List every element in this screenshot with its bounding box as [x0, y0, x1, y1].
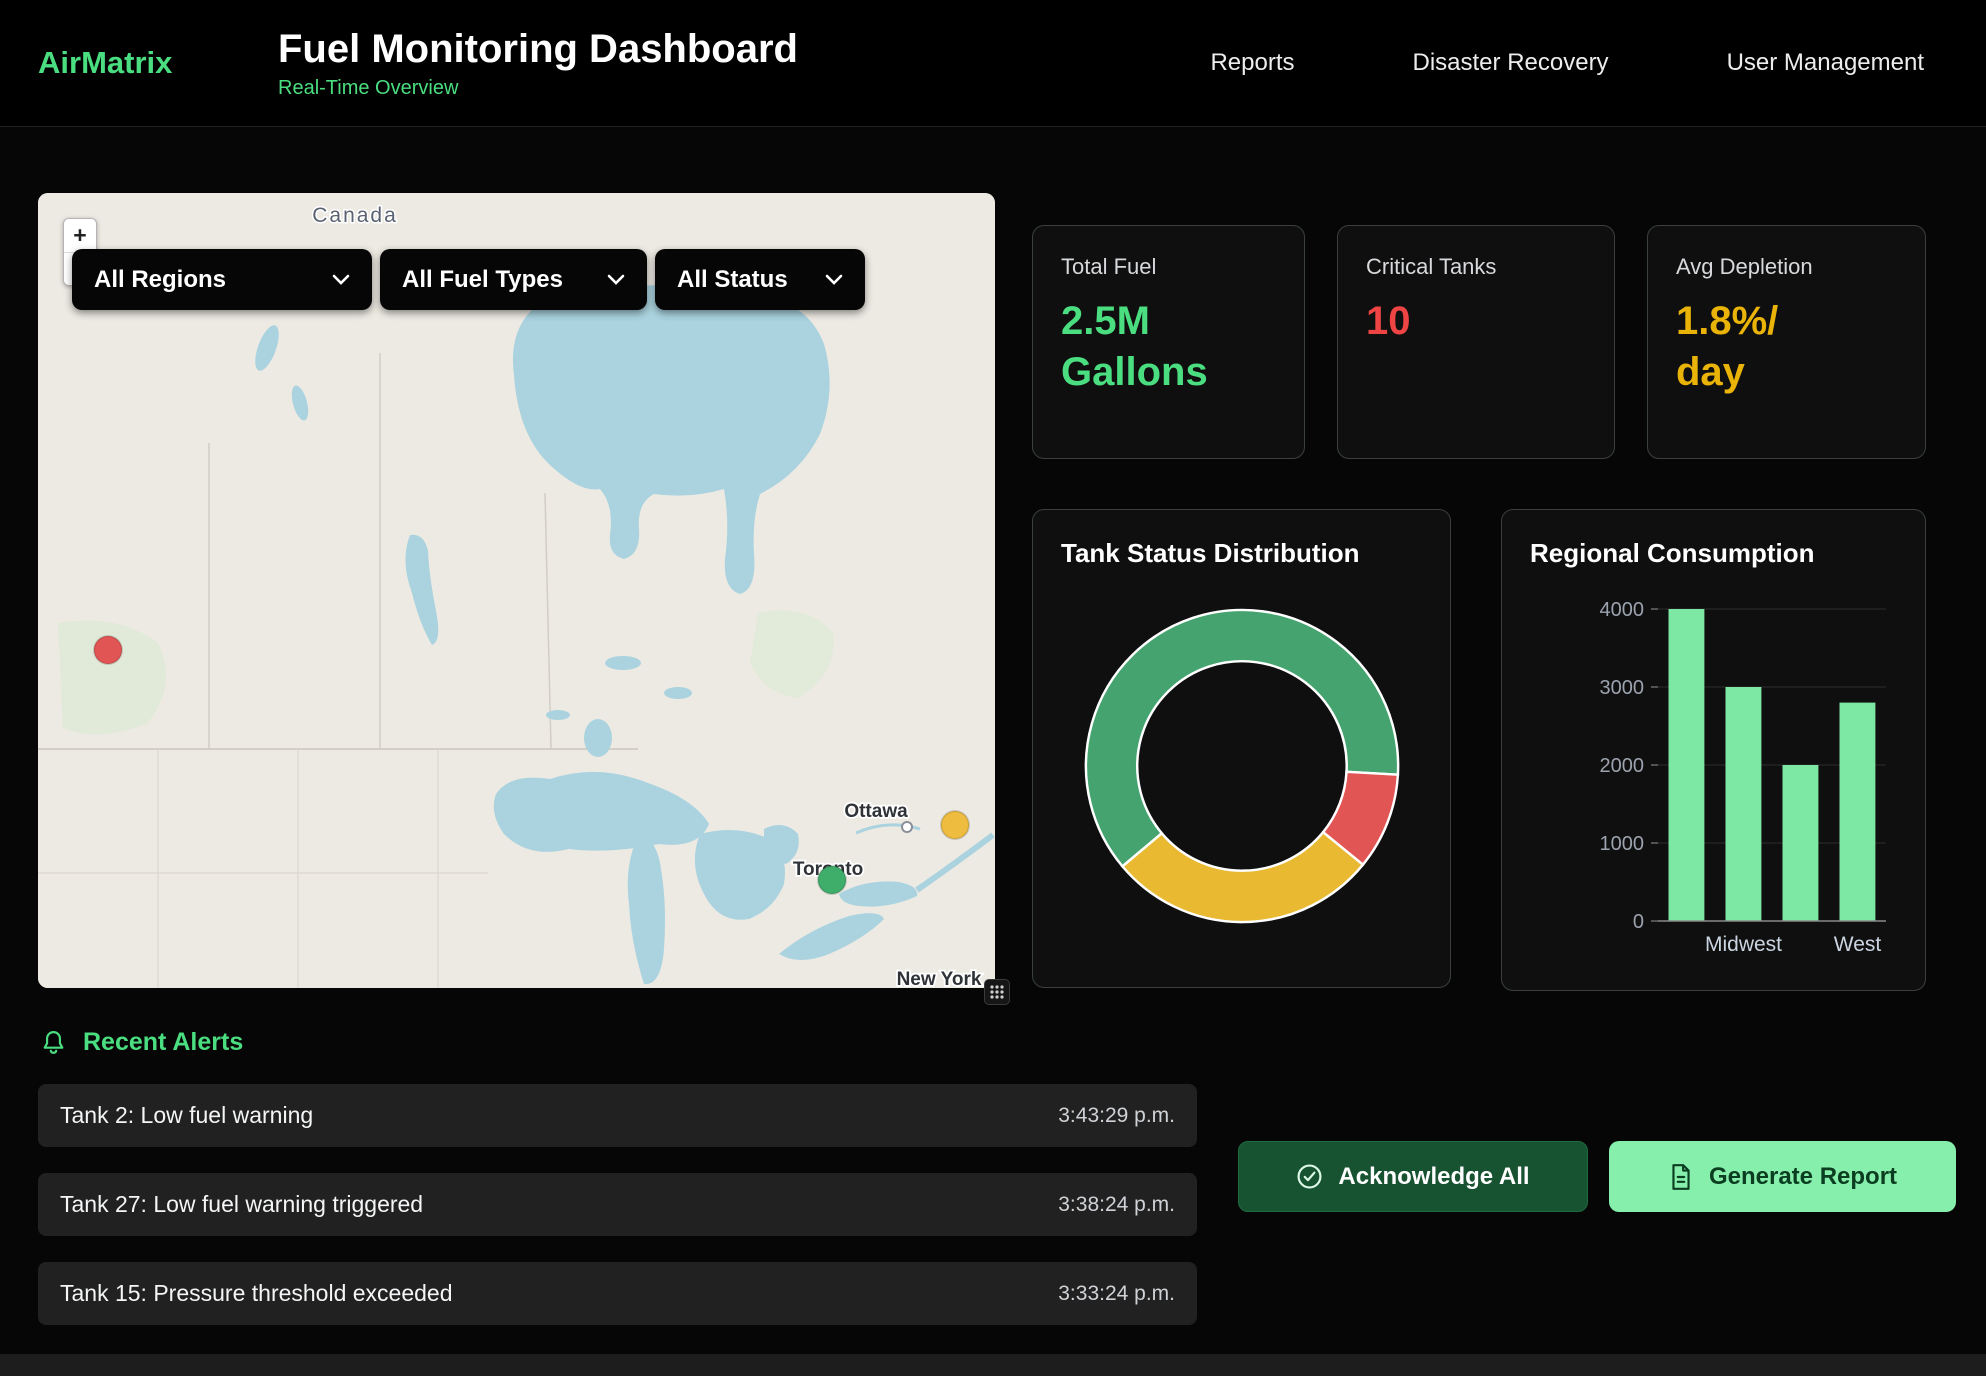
map-panel: Canada Ottawa Toronto New York + − All R… [38, 193, 995, 988]
tank-status-card: Tank Status Distribution [1032, 509, 1451, 988]
stat-card-total-fuel: Total Fuel 2.5M Gallons [1032, 225, 1305, 459]
alert-timestamp: 3:33:24 p.m. [1058, 1282, 1175, 1306]
app-header: AirMatrix Fuel Monitoring Dashboard Real… [0, 0, 1986, 127]
alert-message: Tank 2: Low fuel warning [60, 1102, 313, 1129]
fuel-type-filter-dropdown[interactable]: All Fuel Types [380, 249, 647, 310]
stat-label: Critical Tanks [1366, 254, 1586, 280]
bar [1840, 703, 1876, 921]
regional-consumption-chart[interactable]: 0 1000 2000 3000 4000 Midwest West [1530, 573, 1899, 959]
generate-report-label: Generate Report [1709, 1163, 1897, 1191]
stat-label: Avg Depletion [1676, 254, 1897, 280]
stat-value-avg-depletion: 1.8%/ day [1676, 296, 1897, 398]
alert-timestamp: 3:43:29 p.m. [1058, 1104, 1175, 1128]
chevron-down-icon [825, 274, 843, 285]
stat-value-critical-tanks: 10 [1366, 296, 1586, 347]
generate-report-button[interactable]: Generate Report [1609, 1141, 1956, 1212]
svg-text:1000: 1000 [1600, 833, 1645, 855]
alert-message: Tank 27: Low fuel warning triggered [60, 1191, 423, 1218]
map-label-canada: Canada [312, 204, 398, 227]
bar [1726, 687, 1762, 921]
tank-marker-warning[interactable] [941, 811, 969, 839]
fuel-type-filter-value: All Fuel Types [402, 266, 563, 294]
stat-card-avg-depletion: Avg Depletion 1.8%/ day [1647, 225, 1926, 459]
nav-user-management[interactable]: User Management [1727, 49, 1924, 77]
fuel-monitoring-dashboard: AirMatrix Fuel Monitoring Dashboard Real… [0, 0, 1986, 1376]
svg-text:0: 0 [1633, 911, 1644, 933]
tank-marker-critical[interactable] [94, 636, 122, 664]
alert-row[interactable]: Tank 15: Pressure threshold exceeded 3:3… [38, 1262, 1197, 1325]
alert-timestamp: 3:38:24 p.m. [1058, 1193, 1175, 1217]
nav-disaster-recovery[interactable]: Disaster Recovery [1413, 49, 1609, 77]
acknowledge-all-button[interactable]: Acknowledge All [1238, 1141, 1588, 1212]
map-label-new-york: New York [897, 969, 982, 988]
tank-marker-normal[interactable] [818, 866, 846, 894]
svg-text:3000: 3000 [1600, 677, 1645, 699]
ottawa-city-dot [902, 822, 912, 832]
zoom-in-button[interactable]: + [64, 219, 96, 252]
donut-segment-warning [1122, 832, 1362, 922]
chevron-down-icon [332, 274, 350, 285]
tank-status-donut[interactable] [1079, 603, 1405, 929]
svg-text:4000: 4000 [1600, 599, 1645, 621]
svg-text:West: West [1834, 933, 1882, 956]
alert-row[interactable]: Tank 27: Low fuel warning triggered 3:38… [38, 1173, 1197, 1236]
title-block: Fuel Monitoring Dashboard Real-Time Over… [278, 27, 798, 100]
region-filter-dropdown[interactable]: All Regions [72, 249, 372, 310]
region-filter-value: All Regions [94, 266, 226, 294]
alert-message: Tank 15: Pressure threshold exceeded [60, 1280, 453, 1307]
status-filter-dropdown[interactable]: All Status [655, 249, 865, 310]
chart-title: Regional Consumption [1530, 538, 1897, 569]
regional-consumption-card: Regional Consumption 0 1000 2000 3000 4000 Mi… [1501, 509, 1926, 991]
map-filters: All Regions All Fuel Types All Status [72, 249, 865, 310]
nav-reports[interactable]: Reports [1210, 49, 1294, 77]
stat-value-total-fuel: 2.5M Gallons [1061, 296, 1276, 398]
svg-text:2000: 2000 [1600, 755, 1645, 777]
brand-logo[interactable]: AirMatrix [38, 45, 278, 81]
page-subtitle: Real-Time Overview [278, 77, 798, 100]
status-filter-value: All Status [677, 266, 788, 294]
map-canvas[interactable]: Canada Ottawa Toronto New York [38, 193, 995, 988]
map-label-ottawa: Ottawa [844, 801, 908, 822]
check-circle-icon [1296, 1163, 1323, 1190]
bar [1783, 765, 1819, 921]
svg-text:Midwest: Midwest [1705, 933, 1782, 956]
page-title: Fuel Monitoring Dashboard [278, 27, 798, 72]
stat-label: Total Fuel [1061, 254, 1276, 280]
recent-alerts-header: Recent Alerts [40, 1028, 243, 1057]
acknowledge-all-label: Acknowledge All [1338, 1163, 1529, 1191]
donut-chart-wrap [1061, 603, 1422, 929]
bar [1669, 609, 1705, 921]
document-icon [1668, 1163, 1694, 1191]
footer-bar [0, 1354, 1986, 1376]
bell-icon [40, 1029, 67, 1057]
stat-card-critical-tanks: Critical Tanks 10 [1337, 225, 1615, 459]
resize-handle-icon[interactable] [984, 979, 1010, 1005]
alert-row[interactable]: Tank 2: Low fuel warning 3:43:29 p.m. [38, 1084, 1197, 1147]
recent-alerts-title: Recent Alerts [83, 1028, 243, 1057]
chart-title: Tank Status Distribution [1061, 538, 1422, 569]
chevron-down-icon [607, 274, 625, 285]
main-nav: Reports Disaster Recovery User Managemen… [1210, 49, 1924, 77]
